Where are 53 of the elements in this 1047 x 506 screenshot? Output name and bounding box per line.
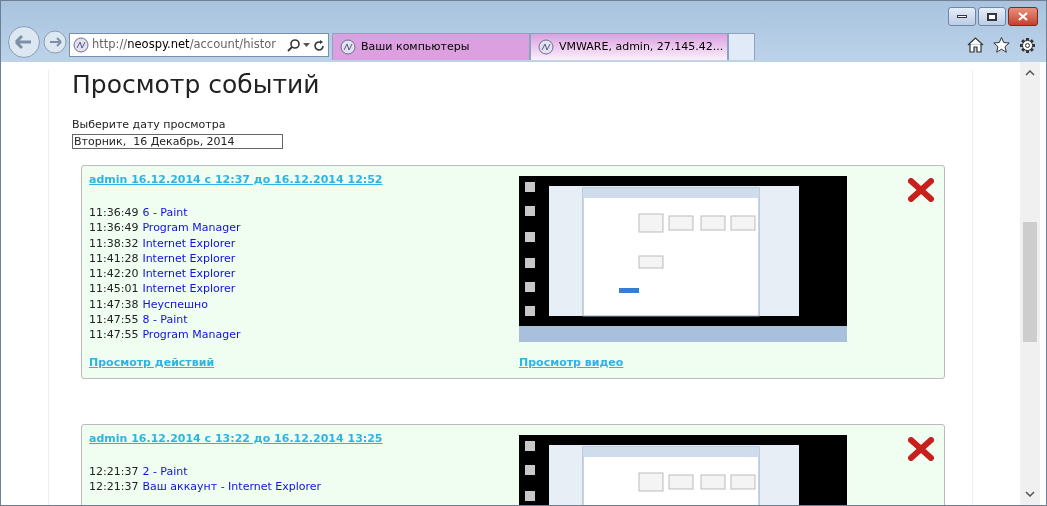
event-link[interactable]: Program Manager (142, 327, 241, 343)
event-link[interactable]: 8 - Paint (142, 312, 188, 328)
star-icon[interactable] (993, 37, 1010, 53)
scroll-up-icon[interactable] (1025, 70, 1035, 76)
address-bar[interactable]: http://neospy.net/account/histor (69, 33, 329, 57)
event-time: 11:45:01 (89, 281, 139, 297)
maximize-button[interactable] (978, 7, 1006, 26)
settings-icon[interactable] (1019, 37, 1036, 54)
date-label: Выберите дату просмотра (72, 117, 227, 133)
home-icon[interactable] (967, 37, 984, 53)
event-link[interactable]: Неуспешно (142, 296, 208, 313)
scroll-down-icon[interactable] (1025, 491, 1035, 497)
close-button[interactable] (1008, 7, 1038, 26)
tab-label: VMWARE, admin, 27.145.42... (559, 38, 724, 55)
scrollbar[interactable] (1020, 62, 1040, 505)
site-logo-icon (538, 39, 554, 55)
page-title: Просмотр событий (72, 70, 321, 100)
event-link[interactable]: Internet Explorer (142, 266, 236, 282)
back-icon[interactable] (7, 25, 41, 59)
event-link[interactable]: Program Manager (142, 220, 241, 236)
event-time: 11:38:32 (89, 235, 139, 251)
event-time: 11:41:28 (89, 250, 139, 267)
tab-label: Ваши компьютеры (361, 38, 470, 55)
url-text: http://neospy.net/account/histor (92, 36, 276, 54)
event-time: 11:36:49 (89, 220, 139, 236)
screenshot-thumbnail[interactable] (519, 175, 847, 342)
site-logo-icon (73, 37, 89, 53)
event-time: 11:47:38 (89, 296, 139, 313)
event-time: 11:42:20 (89, 266, 139, 282)
search-icon[interactable] (287, 38, 300, 52)
event-time: 11:47:55 (89, 312, 139, 328)
event-time: 11:47:55 (89, 327, 139, 343)
event-time: 12:21:37 (89, 479, 139, 495)
scroll-thumb[interactable] (1023, 222, 1037, 342)
refresh-icon[interactable] (313, 38, 325, 52)
event-link[interactable]: Internet Explorer (142, 250, 236, 267)
event-link[interactable]: 6 - Paint (142, 205, 188, 221)
dropdown-icon[interactable] (303, 43, 310, 47)
close-icon (1018, 12, 1028, 21)
site-logo-icon (340, 39, 356, 55)
minimize-button[interactable] (948, 7, 976, 26)
browser-tab[interactable]: VMWARE, admin, 27.145.42... (530, 33, 728, 60)
event-link[interactable]: Internet Explorer (142, 235, 236, 251)
delete-icon[interactable] (908, 436, 934, 461)
delete-icon[interactable] (908, 177, 934, 202)
event-link[interactable]: 2 - Paint (142, 464, 188, 480)
event-time: 11:36:49 (89, 205, 139, 221)
event-time: 12:21:37 (89, 464, 139, 480)
event-link[interactable]: Ваш аккаунт - Internet Explorer (142, 479, 322, 495)
forward-icon[interactable] (43, 30, 67, 54)
browser-tab[interactable]: Ваши компьютеры (332, 33, 530, 60)
event-link[interactable]: Internet Explorer (142, 281, 236, 297)
date-field[interactable]: Вторник, 16 Декабрь, 2014 (72, 133, 283, 149)
